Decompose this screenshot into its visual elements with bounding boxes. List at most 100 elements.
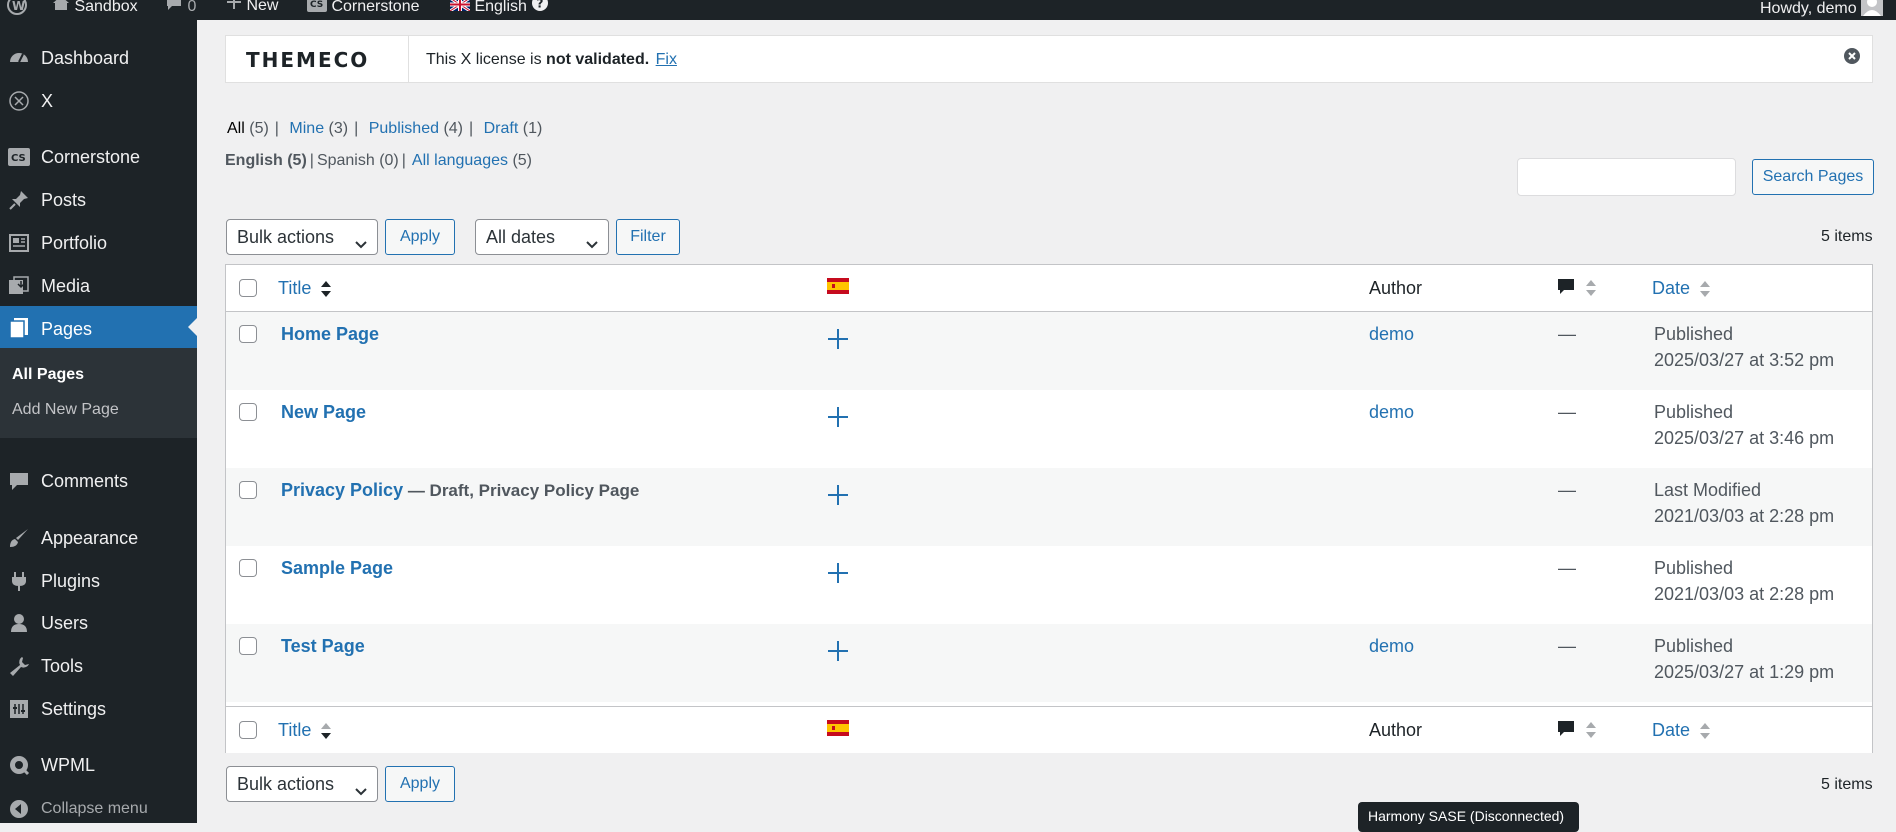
publish-date: 2021/03/03 at 2:28 pm [1654, 584, 1835, 604]
row-checkbox[interactable] [239, 559, 257, 577]
publish-date: 2025/03/27 at 3:46 pm [1654, 428, 1835, 448]
language-english[interactable]: English (5) [225, 152, 307, 169]
menu-tools[interactable]: Tools [0, 645, 197, 685]
publish-date: 2025/03/27 at 3:52 pm [1654, 350, 1835, 370]
table-row: Sample Page — Published 2021/03/03 at 2:… [226, 546, 1872, 624]
language-spanish[interactable]: Spanish (0) [317, 152, 399, 169]
menu-x[interactable]: X [0, 80, 197, 120]
page-title: Home Page [281, 324, 379, 345]
comments-count: — [1558, 558, 1576, 578]
menu-media[interactable]: Media [0, 265, 197, 305]
date-column-footer[interactable]: Date [1652, 720, 1711, 741]
pages-table: Title Author Date Home Page demo — Publi… [225, 264, 1873, 753]
view-draft-count: (1) [522, 120, 543, 137]
add-translation-icon[interactable] [827, 562, 849, 584]
select-all-checkbox[interactable] [239, 721, 257, 739]
sort-icon [320, 279, 332, 299]
comments-link[interactable]: 0 [165, 0, 196, 18]
publish-date: 2021/03/03 at 2:28 pm [1654, 506, 1835, 526]
apply-button-bottom[interactable]: Apply [385, 766, 455, 802]
bulk-actions-select[interactable]: Bulk actions [226, 219, 378, 255]
menu-label: Tools [41, 656, 84, 676]
page-title-link[interactable]: Test Page [281, 636, 365, 656]
menu-wpml[interactable]: WPML [0, 744, 197, 784]
menu-users[interactable]: Users [0, 602, 197, 642]
date-column-header[interactable]: Date [1652, 278, 1711, 299]
my-account-link[interactable]: Howdy, demo [1760, 0, 1884, 18]
menu-plugins[interactable]: Plugins [0, 560, 197, 600]
add-translation-icon[interactable] [827, 484, 849, 506]
menu-settings[interactable]: Settings [0, 688, 197, 728]
language-switcher[interactable]: English ? [449, 0, 549, 18]
row-checkbox[interactable] [239, 637, 257, 655]
view-mine-link[interactable]: Mine [289, 120, 324, 137]
add-translation-icon[interactable] [827, 406, 849, 428]
row-checkbox[interactable] [239, 403, 257, 421]
notice-text: This X license is [426, 51, 547, 68]
cornerstone-link[interactable]: CS Cornerstone [307, 0, 420, 18]
page-title-link[interactable]: New Page [281, 402, 366, 422]
bulk-actions-value: Bulk actions [237, 774, 335, 794]
settings-icon [8, 698, 30, 720]
author-link[interactable]: demo [1369, 636, 1414, 657]
menu-dashboard[interactable]: Dashboard [0, 37, 197, 77]
view-filters: All (5) | Mine (3) | Published (4) | Draft … [227, 120, 543, 137]
comment-icon [165, 0, 183, 20]
submenu-all-pages[interactable]: All Pages [12, 366, 84, 384]
date-filter-select[interactable]: All dates [475, 219, 609, 255]
fix-link[interactable]: Fix [656, 51, 677, 68]
title-column-footer[interactable]: Title [278, 720, 332, 741]
author-link[interactable]: demo [1369, 324, 1414, 345]
publish-status: Last Modified [1654, 480, 1762, 500]
bulk-actions-select-bottom[interactable]: Bulk actions [226, 766, 378, 802]
menu-pages[interactable]: Pages [0, 306, 197, 350]
spanish-flag-icon[interactable] [827, 278, 849, 294]
submenu-add-new-page[interactable]: Add New Page [12, 401, 119, 419]
wpml-icon [8, 754, 30, 776]
menu-label: Settings [41, 699, 107, 719]
menu-cornerstone[interactable]: CS Cornerstone [0, 136, 197, 176]
howdy-label: Howdy, demo [1760, 0, 1857, 18]
menu-portfolio[interactable]: Portfolio [0, 222, 197, 262]
add-translation-icon[interactable] [827, 328, 849, 350]
language-all-count: (5) [512, 152, 533, 169]
add-translation-icon[interactable] [827, 640, 849, 662]
notice-bold-text: not validated. [546, 51, 650, 68]
page-title-link[interactable]: Privacy Policy [281, 480, 403, 500]
wordpress-logo-icon[interactable]: W [6, 0, 28, 18]
filter-button[interactable]: Filter [616, 219, 680, 255]
home-icon [52, 0, 70, 20]
menu-posts[interactable]: Posts [0, 179, 197, 219]
search-pages-button[interactable]: Search Pages [1752, 159, 1874, 195]
view-all-link[interactable]: All [227, 120, 245, 137]
table-header: Title Author Date [226, 265, 1872, 312]
new-content-link[interactable]: New [226, 0, 278, 18]
collapse-menu-button[interactable]: Collapse menu [0, 788, 197, 828]
page-title-link[interactable]: Sample Page [281, 558, 393, 578]
select-all-checkbox[interactable] [239, 279, 257, 297]
menu-appearance[interactable]: Appearance [0, 517, 197, 557]
table-row: New Page demo — Published 2025/03/27 at … [226, 390, 1872, 468]
menu-comments[interactable]: Comments [0, 460, 197, 500]
view-published-link[interactable]: Published [369, 120, 439, 137]
comments-column-footer[interactable] [1557, 720, 1596, 738]
brush-icon [8, 527, 30, 549]
apply-button[interactable]: Apply [385, 219, 455, 255]
language-all-link[interactable]: All languages [412, 152, 508, 169]
spanish-flag-icon[interactable] [827, 720, 849, 736]
view-published-count: (4) [443, 120, 464, 137]
search-input[interactable] [1517, 158, 1736, 196]
row-checkbox[interactable] [239, 325, 257, 343]
pin-icon [8, 189, 30, 211]
author-link[interactable]: demo [1369, 402, 1414, 423]
user-icon [8, 612, 30, 634]
title-column-header[interactable]: Title [278, 278, 332, 299]
close-icon[interactable] [1844, 48, 1860, 64]
row-checkbox[interactable] [239, 481, 257, 499]
date-footer-label: Date [1652, 720, 1691, 740]
comments-column-header[interactable] [1557, 278, 1596, 296]
view-draft-link[interactable]: Draft [484, 120, 519, 137]
site-name-link[interactable]: Sandbox [52, 0, 138, 18]
comments-count: — [1558, 402, 1576, 422]
page-title-link[interactable]: Home Page [281, 324, 379, 344]
